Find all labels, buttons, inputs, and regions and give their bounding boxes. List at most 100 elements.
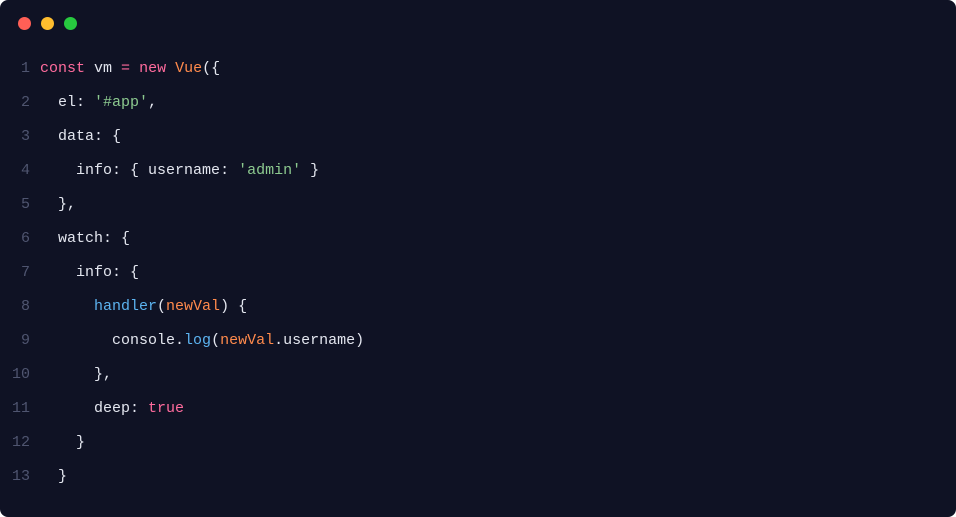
token-punc: : [220,162,238,179]
code-content[interactable]: info: { username: 'admin' } [40,154,956,188]
code-line[interactable]: 6 watch: { [0,222,956,256]
line-number: 1 [0,52,40,86]
code-content[interactable]: } [40,460,956,494]
token-prop: watch [58,230,103,247]
indent [40,468,58,485]
token-punc: : [76,94,94,111]
indent [40,94,58,111]
code-line[interactable]: 11 deep: true [0,392,956,426]
token-punc: : { [103,230,130,247]
token-prop: username [283,332,355,349]
code-content[interactable]: }, [40,358,956,392]
token-punc [130,60,139,77]
token-punc: ( [211,332,220,349]
token-dot2: . [274,332,283,349]
code-area[interactable]: 1const vm = new Vue({2 el: '#app',3 data… [0,46,956,494]
code-content[interactable]: el: '#app', [40,86,956,120]
token-kw: new [139,60,175,77]
code-content[interactable]: console.log(newVal.username) [40,324,956,358]
code-line[interactable]: 2 el: '#app', [0,86,956,120]
indent [40,400,94,417]
indent [40,366,94,383]
token-punc: ({ [202,60,220,77]
token-kw: const [40,60,94,77]
token-punc: }, [58,196,76,213]
token-str: 'admin' [238,162,301,179]
token-punc: ) { [220,298,247,315]
indent [40,128,58,145]
token-prop: deep [94,400,130,417]
token-punc: , [148,94,157,111]
indent [40,332,112,349]
token-punc: : [130,400,148,417]
code-line[interactable]: 10 }, [0,358,956,392]
token-param: newVal [220,332,274,349]
window-zoom-dot[interactable] [64,17,77,30]
indent [40,264,76,281]
token-str: '#app' [94,94,148,111]
token-punc: } [301,162,319,179]
token-param: newVal [166,298,220,315]
line-number: 11 [0,392,40,426]
token-punc: } [76,434,85,451]
token-punc: ( [157,298,166,315]
line-number: 6 [0,222,40,256]
token-punc: ) [355,332,364,349]
code-line[interactable]: 1const vm = new Vue({ [0,52,956,86]
line-number: 5 [0,188,40,222]
token-fn: log [184,332,211,349]
line-number: 3 [0,120,40,154]
code-content[interactable]: } [40,426,956,460]
line-number: 8 [0,290,40,324]
code-content[interactable]: data: { [40,120,956,154]
token-var: vm [94,60,112,77]
code-line[interactable]: 7 info: { [0,256,956,290]
token-id: console [112,332,175,349]
token-punc: : { [112,264,139,281]
token-punc: }, [94,366,112,383]
code-line[interactable]: 4 info: { username: 'admin' } [0,154,956,188]
code-content[interactable]: deep: true [40,392,956,426]
token-prop: data [58,128,94,145]
indent [40,434,76,451]
titlebar [0,0,956,46]
editor-window: 1const vm = new Vue({2 el: '#app',3 data… [0,0,956,517]
token-kw: true [148,400,184,417]
code-line[interactable]: 5 }, [0,188,956,222]
token-prop: info [76,162,112,179]
code-line[interactable]: 3 data: { [0,120,956,154]
token-prop: info [76,264,112,281]
line-number: 4 [0,154,40,188]
indent [40,298,94,315]
code-content[interactable]: }, [40,188,956,222]
token-punc [112,60,121,77]
code-line[interactable]: 13 } [0,460,956,494]
indent [40,196,58,213]
code-content[interactable]: handler(newVal) { [40,290,956,324]
line-number: 9 [0,324,40,358]
token-dot2: . [175,332,184,349]
window-close-dot[interactable] [18,17,31,30]
token-prop: el [58,94,76,111]
window-minimize-dot[interactable] [41,17,54,30]
code-line[interactable]: 8 handler(newVal) { [0,290,956,324]
code-content[interactable]: watch: { [40,222,956,256]
line-number: 7 [0,256,40,290]
line-number: 12 [0,426,40,460]
code-content[interactable]: info: { [40,256,956,290]
token-cls: Vue [175,60,202,77]
code-line[interactable]: 12 } [0,426,956,460]
token-punc: : { [94,128,121,145]
token-punc: } [58,468,67,485]
token-prop: username [148,162,220,179]
code-content[interactable]: const vm = new Vue({ [40,52,956,86]
token-fn: handler [94,298,157,315]
code-line[interactable]: 9 console.log(newVal.username) [0,324,956,358]
indent [40,162,76,179]
line-number: 13 [0,460,40,494]
token-punc: : { [112,162,148,179]
indent [40,230,58,247]
line-number: 10 [0,358,40,392]
line-number: 2 [0,86,40,120]
token-kw: = [121,60,130,77]
